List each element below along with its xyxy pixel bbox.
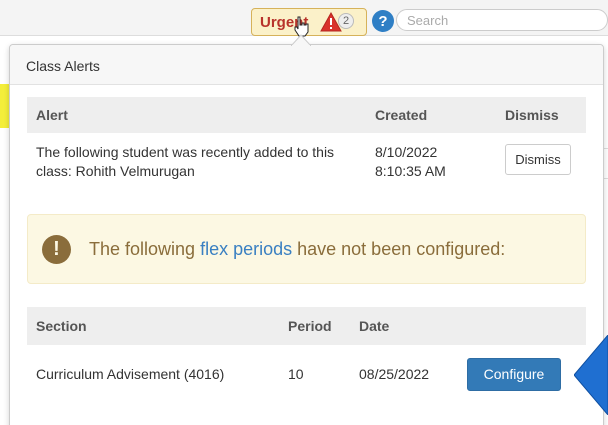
warning-count-badge: 2 — [338, 13, 354, 29]
warning-message: The following flex periods have not been… — [89, 239, 505, 260]
sections-table: Section Period Date Curriculum Advisemen… — [27, 307, 586, 403]
alert-dismiss-cell: Dismiss — [496, 133, 586, 191]
configure-button[interactable]: Configure — [467, 357, 561, 391]
section-action-cell: Configure — [458, 345, 586, 403]
flex-periods-link[interactable]: flex periods — [200, 239, 292, 259]
search-input[interactable] — [396, 9, 608, 31]
column-header-action — [458, 307, 586, 345]
exclamation-icon: ! — [42, 234, 71, 264]
warning-text-before: The following — [89, 238, 201, 259]
alerts-table: Alert Created Dismiss The following stud… — [27, 97, 586, 191]
pointer-arrow-icon — [574, 335, 608, 415]
section-date: 08/25/2022 — [359, 366, 430, 382]
alert-created-time: 8:10:35 AM — [375, 163, 446, 179]
warning-text-after: have not been configured: — [292, 238, 506, 259]
urgent-alerts-button[interactable]: Urgent 2 — [251, 8, 367, 37]
column-header-created: Created — [366, 97, 496, 133]
table-row: Curriculum Advisement (4016) 10 08/25/20… — [27, 345, 586, 403]
help-icon[interactable]: ? — [372, 10, 394, 32]
popup-caret — [291, 34, 311, 46]
column-header-dismiss: Dismiss — [496, 97, 586, 133]
section-name: Curriculum Advisement (4016) — [36, 366, 225, 382]
alert-message: The following student was recently added… — [36, 144, 335, 179]
popup-title: Class Alerts — [10, 45, 603, 85]
column-header-alert: Alert — [27, 97, 366, 133]
column-header-date: Date — [350, 307, 458, 345]
alert-created-date: 8/10/2022 — [375, 144, 438, 160]
column-header-section: Section — [27, 307, 279, 345]
flex-period-warning: ! The following flex periods have not be… — [27, 214, 586, 284]
column-header-period: Period — [279, 307, 350, 345]
section-period: 10 — [288, 366, 304, 382]
table-row: The following student was recently added… — [27, 133, 586, 191]
dismiss-button[interactable]: Dismiss — [505, 144, 571, 175]
class-alerts-popup: Class Alerts Alert Created Dismiss The f… — [9, 44, 604, 425]
alert-created: 8/10/2022 8:10:35 AM — [366, 133, 496, 191]
